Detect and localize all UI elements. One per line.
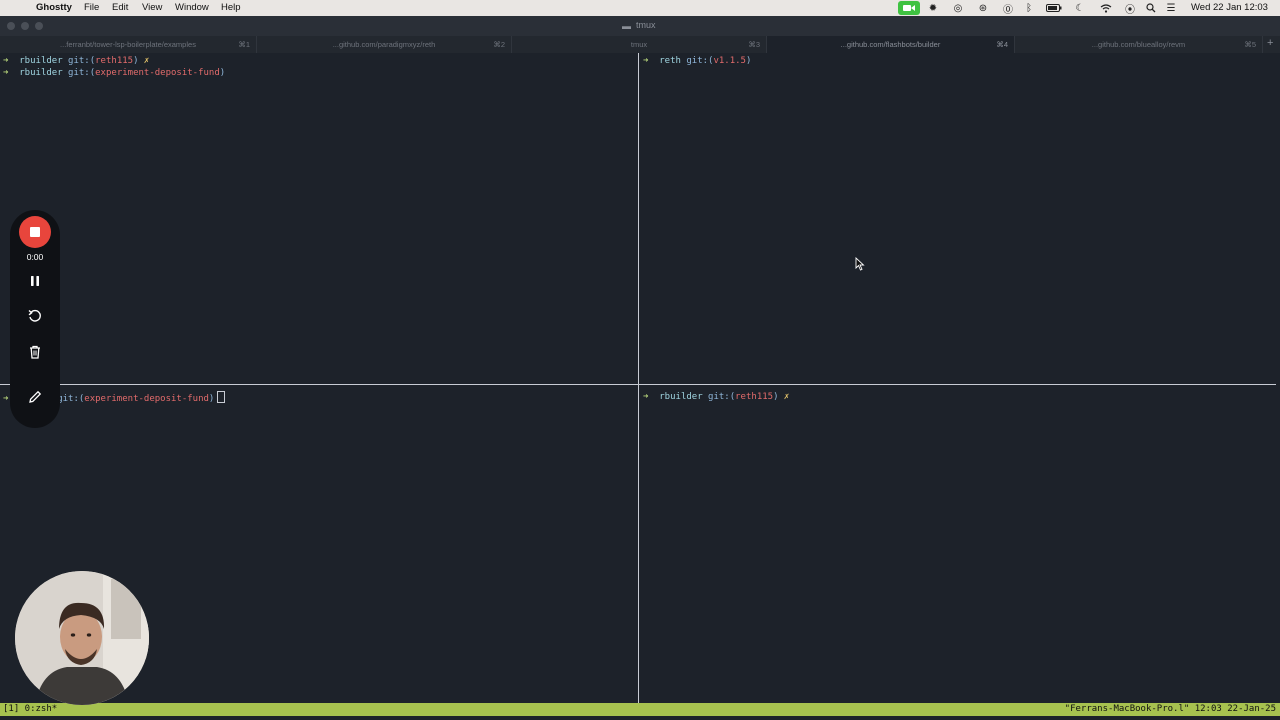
tab-2-label: ...github.com/paradigmxyz/reth [332,40,436,49]
draw-pencil-button[interactable] [27,389,43,405]
prompt-dir: rbuilder [659,392,703,402]
control-center-icon[interactable]: ☰ [1164,1,1178,15]
prompt-git: git:( [68,68,96,78]
new-tab-button[interactable]: + [1267,37,1273,49]
terminal-pane-top-left[interactable]: ➜ rbuilder git:(reth115) ✗ ➜ rbuilder gi… [3,55,225,79]
window-title-bar: ▬ tmux [0,16,1280,36]
bluetooth-icon[interactable]: ᛒ [1023,1,1035,15]
prompt-arrow: ➜ [3,56,9,66]
prompt-dirty-mark: ✗ [783,392,790,402]
prompt-arrow: ➜ [3,68,9,78]
menu-app-name[interactable]: Ghostty [36,2,72,14]
prompt-dirty-mark: ✗ [143,56,150,66]
prompt-git: git:( [686,56,714,66]
menu-view[interactable]: View [142,2,162,14]
prompt-close: ) [219,68,226,78]
tmux-status-bar: [1] 0:zsh* "Ferrans-MacBook-Pro.l" 12:03… [0,703,1280,716]
prompt-line: ➜ rbuilder git:(reth115) ✗ [3,55,225,67]
pause-button[interactable] [27,273,43,289]
prompt-branch: reth115 [735,392,774,402]
tmux-host-clock: "Ferrans-MacBook-Pro.l" 12:03 22-Jan-25 [1064,704,1276,714]
prompt-line: ➜ reth git:(v1.1.5) [643,55,751,67]
wifi-icon[interactable] [1099,1,1113,15]
tab-1[interactable]: ...ferranbt/tower-lsp-boilerplate/exampl… [0,36,257,53]
prompt-git: git:( [708,392,736,402]
chrome-icon[interactable]: ◎ [951,1,965,15]
tab-3-label: tmux [630,40,648,49]
onepassword-icon[interactable]: ⓪ [1001,1,1015,16]
battery-icon[interactable] [1045,1,1063,15]
tab-2[interactable]: ...github.com/paradigmxyz/reth ⌘2 [257,36,512,53]
prompt-line: ➜ rbuilder git:(experiment-deposit-fund) [3,67,225,79]
tab-bar: ...ferranbt/tower-lsp-boilerplate/exampl… [0,36,1280,53]
focus-moon-icon[interactable]: ☾ [1074,1,1086,15]
prompt-arrow: ➜ [643,56,649,66]
prompt-git: git:( [68,56,96,66]
tab-1-label: ...ferranbt/tower-lsp-boilerplate/exampl… [60,40,196,49]
prompt-arrow: ➜ [643,392,649,402]
terminal-cursor [217,391,226,403]
menu-bar: Ghostty File Edit View Window Help ✹ ◎ ⊛… [0,0,1280,16]
terminal-pane-top-right[interactable]: ➜ reth git:(v1.1.5) [643,55,751,67]
facetime-camera-icon[interactable] [898,1,920,15]
prompt-close: ) [745,56,752,66]
delete-trash-button[interactable] [27,344,43,360]
prompt-git: git:( [57,394,85,404]
prompt-line: ➜ rbuilder git:(reth115) ✗ [643,391,789,403]
menubar-clock[interactable]: Wed 22 Jan 12:03 [1191,2,1268,14]
prompt-dir: reth [659,56,681,66]
pane-divider-vertical[interactable] [638,53,639,703]
prompt-close: ) [208,394,215,404]
menu-edit[interactable]: Edit [112,2,128,14]
prompt-dir: rbuilder [19,68,63,78]
tab-2-shortcut: ⌘2 [493,40,505,49]
menu-help[interactable]: Help [221,2,241,14]
menu-file[interactable]: File [84,2,99,14]
tab-5-shortcut: ⌘5 [1244,40,1256,49]
tab-3-shortcut: ⌘3 [748,40,760,49]
tab-4-shortcut: ⌘4 [996,40,1008,49]
prompt-branch: experiment-deposit-fund [95,68,220,78]
tab-1-shortcut: ⌘1 [238,40,250,49]
mouse-cursor-icon [855,257,865,271]
tab-4-label: ...github.com/flashbots/builder [840,40,941,49]
zoom-window-button[interactable] [35,22,43,30]
brightness-icon[interactable]: ✹ [926,1,940,15]
tab-4[interactable]: ...github.com/flashbots/builder ⌘4 [767,36,1015,53]
recording-timer: 0:00 [26,252,44,262]
close-window-button[interactable] [7,22,15,30]
now-playing-icon[interactable]: ⦿ [1123,1,1137,16]
prompt-branch: reth115 [95,56,134,66]
tab-3[interactable]: tmux ⌘3 [512,36,767,53]
prompt-dir: rbuilder [19,56,63,66]
prompt-close: ) [773,392,779,402]
prompt-arrow: ➜ [3,394,9,404]
recording-toolbar: 0:00 [10,210,60,428]
tmux-window-list[interactable]: [1] 0:zsh* [3,703,57,716]
folder-icon: ▬ [622,21,631,31]
stop-recording-button[interactable] [19,216,51,248]
minimize-window-button[interactable] [21,22,29,30]
creative-cloud-icon[interactable]: ⊛ [976,1,990,15]
tab-5-label: ...github.com/bluealloy/revm [1091,40,1186,49]
stop-icon [30,227,40,237]
tab-5[interactable]: ...github.com/bluealloy/revm ⌘5 [1015,36,1263,53]
restart-button[interactable] [27,308,43,324]
window-title: tmux [636,20,656,30]
prompt-close: ) [133,56,139,66]
webcam-bubble[interactable] [15,571,149,705]
spotlight-search-icon[interactable] [1145,1,1157,15]
webcam-person-image [15,571,149,705]
prompt-branch: v1.1.5 [713,56,746,66]
prompt-branch: experiment-deposit-fund [84,394,209,404]
pane-divider-horizontal[interactable] [0,384,1276,385]
menu-window[interactable]: Window [175,2,209,14]
terminal-pane-bottom-right[interactable]: ➜ rbuilder git:(reth115) ✗ [643,391,789,403]
